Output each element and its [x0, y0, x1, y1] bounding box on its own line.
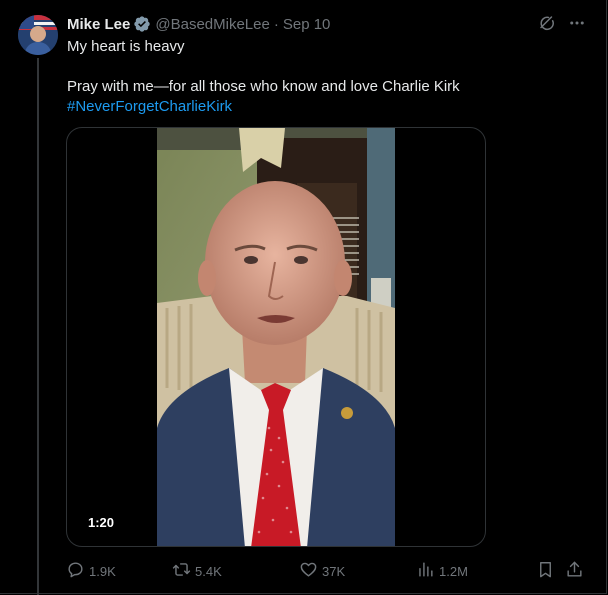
separator-dot: · [273, 15, 279, 33]
action-bar: 1.9K 5.4K 37K 1.2M [66, 560, 588, 582]
tweet-line-2: Pray with me—for all those who know and … [67, 78, 460, 95]
tweet-date[interactable]: Sep 10 [283, 16, 331, 33]
author-name[interactable]: Mike Lee [67, 16, 130, 33]
tweet-top-actions [538, 14, 586, 32]
repost-icon [172, 560, 191, 582]
like-icon [299, 560, 318, 582]
reply-button[interactable]: 1.9K [66, 560, 116, 582]
views-count: 1.2M [439, 563, 468, 579]
views-icon [416, 560, 435, 582]
share-icon [565, 560, 584, 582]
reply-icon [66, 560, 85, 582]
views-button[interactable]: 1.2M [416, 560, 468, 582]
hashtag-link[interactable]: #NeverForgetCharlieKirk [67, 98, 232, 115]
like-button[interactable]: 37K [299, 560, 345, 582]
share-button[interactable] [565, 560, 584, 582]
author-handle[interactable]: @BasedMikeLee [155, 16, 269, 33]
avatar[interactable] [18, 15, 58, 55]
grok-icon[interactable] [538, 14, 556, 32]
video-player[interactable]: 1:20 [66, 127, 486, 547]
video-duration: 1:20 [88, 515, 115, 530]
tweet-line-1: My heart is heavy [67, 38, 185, 55]
reply-count: 1.9K [89, 563, 116, 579]
like-count: 37K [322, 563, 346, 579]
more-icon[interactable] [568, 14, 586, 32]
tweet-header: Mike Lee @BasedMikeLee · Sep 10 [67, 14, 330, 34]
video-frame [157, 128, 395, 546]
repost-count: 5.4K [195, 563, 222, 579]
thread-line [37, 58, 39, 595]
tweet-text: My heart is heavy Pray with me—for all t… [67, 37, 587, 117]
repost-button[interactable]: 5.4K [172, 560, 222, 582]
bookmark-icon [536, 560, 555, 582]
verified-badge-icon [133, 15, 151, 33]
bookmark-button[interactable] [536, 560, 555, 582]
